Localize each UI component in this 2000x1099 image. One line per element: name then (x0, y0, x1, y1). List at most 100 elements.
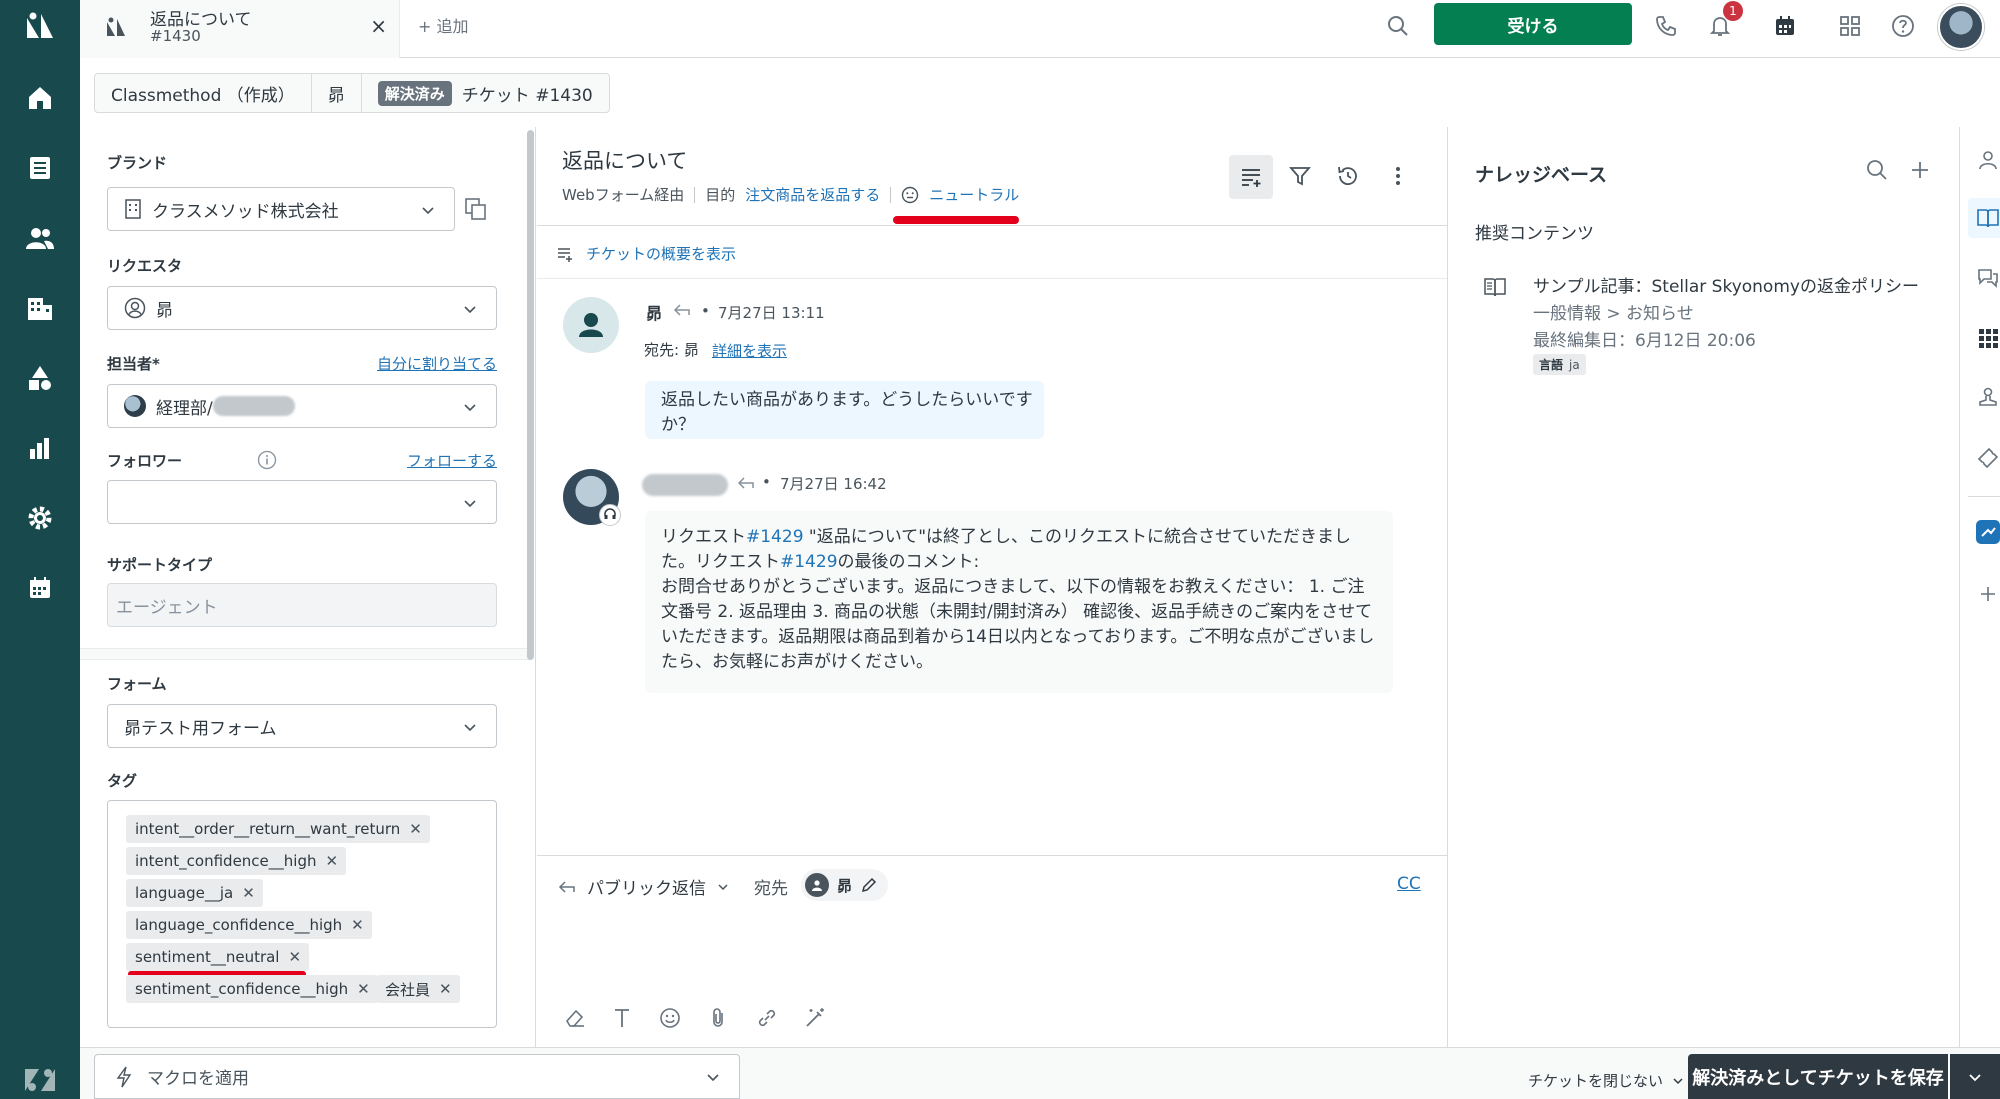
ticket-link[interactable]: #1429 (780, 552, 838, 572)
history-icon[interactable] (1336, 164, 1360, 188)
emoji-icon[interactable] (655, 1003, 685, 1033)
edit-pencil-icon[interactable] (860, 876, 878, 894)
calendar-app-icon[interactable] (22, 570, 58, 606)
more-options-icon[interactable] (1386, 164, 1410, 188)
tag-chip[interactable]: intent_confidence__high ✕ (126, 847, 347, 875)
assignee-select[interactable]: 経理部/ (107, 384, 497, 428)
add-app-icon[interactable] (1976, 582, 2000, 606)
breadcrumb-requester[interactable]: 昴 (312, 74, 362, 112)
tag-label: language__ja (135, 884, 234, 902)
link-icon[interactable] (752, 1003, 782, 1033)
tag-remove-icon[interactable]: ✕ (357, 980, 370, 998)
user-icon (805, 873, 829, 897)
ticket-icon[interactable] (1976, 446, 2000, 470)
brand-label: ブランド (107, 154, 168, 172)
copy-icon[interactable] (464, 197, 488, 221)
search-icon[interactable] (1380, 8, 1416, 44)
breadcrumb-organization[interactable]: Classmethod （作成） (95, 74, 312, 112)
show-details-link[interactable]: 詳細を表示 (712, 340, 787, 361)
building-icon (124, 199, 142, 219)
assign-to-self-link[interactable]: 自分に割り当てる (377, 353, 497, 374)
accept-button[interactable]: 受ける (1434, 3, 1632, 45)
kb-article-title[interactable]: サンプル記事：Stellar Skyonomyの返金ポリシー (1533, 272, 1919, 297)
tag-remove-icon[interactable]: ✕ (242, 884, 255, 902)
tag-remove-icon[interactable]: ✕ (326, 852, 339, 870)
form-select[interactable]: 昴テスト用フォーム (107, 704, 497, 748)
context-panel-icon[interactable] (1229, 155, 1273, 199)
reply-mode-select[interactable]: パブリック返信 (557, 874, 730, 899)
tag-label: 会社員 (385, 980, 431, 999)
submit-as-solved-button[interactable]: 解決済みとしてチケットを保存 (1688, 1054, 1948, 1099)
tag-remove-icon[interactable]: ✕ (288, 948, 301, 966)
add-icon[interactable] (1908, 158, 1932, 182)
sentiment-value[interactable]: ニュートラル (929, 184, 1019, 205)
filter-icon[interactable] (1288, 164, 1312, 188)
ticket-link[interactable]: #1429 (746, 527, 804, 547)
headset-icon (599, 504, 621, 526)
magic-wand-icon[interactable] (800, 1003, 830, 1033)
kb-article-path: 一般情報 > お知らせ (1533, 304, 1694, 324)
cc-link[interactable]: CC (1397, 874, 1421, 894)
user-avatar[interactable] (1938, 4, 1984, 50)
properties-scrollbar[interactable] (527, 130, 534, 660)
product-nav (0, 0, 80, 1099)
customers-icon[interactable] (22, 220, 58, 256)
brand-select[interactable]: クラスメソッド株式会社 (107, 187, 455, 231)
tag-remove-icon[interactable]: ✕ (409, 820, 422, 838)
form-label: フォーム (107, 675, 167, 693)
tag-remove-icon[interactable]: ✕ (439, 980, 452, 998)
tag-chip[interactable]: language__ja ✕ (126, 879, 263, 907)
chat-bubbles-icon[interactable] (1976, 266, 2000, 290)
tags-input[interactable]: intent__order__return__want_return ✕ inte… (107, 800, 497, 1028)
follow-link[interactable]: フォローする (407, 450, 497, 471)
ticket-tab[interactable]: 返品について #1430 × (80, 0, 400, 58)
add-tab-button[interactable]: + 追加 (418, 13, 469, 37)
user-profile-icon[interactable] (1976, 148, 2000, 172)
summary-link: チケットの概要を表示 (586, 245, 737, 263)
tag-chip[interactable]: sentiment_confidence__high ✕ (126, 975, 378, 1003)
help-icon[interactable] (1885, 8, 1921, 44)
close-tab-toggle[interactable]: チケットを閉じない (1528, 1070, 1685, 1091)
meta-separator (890, 186, 892, 203)
integration-app-icon[interactable] (1976, 520, 2000, 544)
notification-count-badge: 1 (1723, 1, 1743, 21)
kb-section-title: 推奨コンテンツ (1475, 224, 1594, 244)
intent-value[interactable]: 注文商品を返品する (745, 184, 880, 205)
recipient-chip[interactable]: 昴 (801, 869, 889, 901)
calendar-icon[interactable] (1767, 8, 1803, 44)
eraser-icon[interactable] (560, 1003, 590, 1033)
reporting-icon[interactable] (22, 430, 58, 466)
requester-select[interactable]: 昴 (107, 286, 497, 330)
tag-remove-icon[interactable]: ✕ (351, 916, 364, 934)
search-icon[interactable] (1865, 158, 1889, 182)
text-format-icon[interactable] (607, 1003, 637, 1033)
shapes-icon[interactable] (22, 360, 58, 396)
tag-chip[interactable]: intent__order__return__want_return ✕ (126, 815, 430, 843)
apply-macro-select[interactable]: マクロを適用 (94, 1054, 740, 1099)
tag-chip[interactable]: language_confidence__high ✕ (126, 911, 372, 939)
breadcrumb-ticket[interactable]: 解決済み チケット #1430 (362, 74, 609, 112)
tab-close-icon[interactable]: × (370, 14, 387, 38)
phone-icon[interactable] (1648, 8, 1684, 44)
stamp-icon[interactable] (1976, 386, 2000, 410)
zendesk-logo-icon[interactable] (22, 8, 58, 44)
submit-options-button[interactable] (1950, 1054, 2000, 1099)
status-badge: 解決済み (377, 80, 452, 106)
apps-grid-icon[interactable] (1832, 8, 1868, 44)
ticket-title[interactable]: 返品について (562, 145, 687, 175)
info-icon[interactable] (257, 450, 277, 470)
requester-avatar[interactable] (563, 297, 619, 353)
organizations-icon[interactable] (22, 290, 58, 326)
attachment-icon[interactable] (703, 1003, 733, 1033)
views-icon[interactable] (22, 150, 58, 186)
admin-gear-icon[interactable] (22, 500, 58, 536)
summary-toggle[interactable]: チケットの概要を表示 (556, 243, 736, 264)
home-icon[interactable] (22, 80, 58, 116)
followers-select[interactable] (107, 480, 497, 524)
message-timestamp: 7月27日 16:42 (780, 475, 887, 493)
tag-chip[interactable]: sentiment__neutral ✕ (126, 943, 310, 971)
knowledge-book-icon[interactable] (1976, 206, 2000, 230)
tag-chip[interactable]: 会社員 ✕ (376, 975, 460, 1003)
apps-grid-icon[interactable] (1976, 326, 2000, 350)
message-author[interactable]: 昴 (646, 300, 662, 324)
